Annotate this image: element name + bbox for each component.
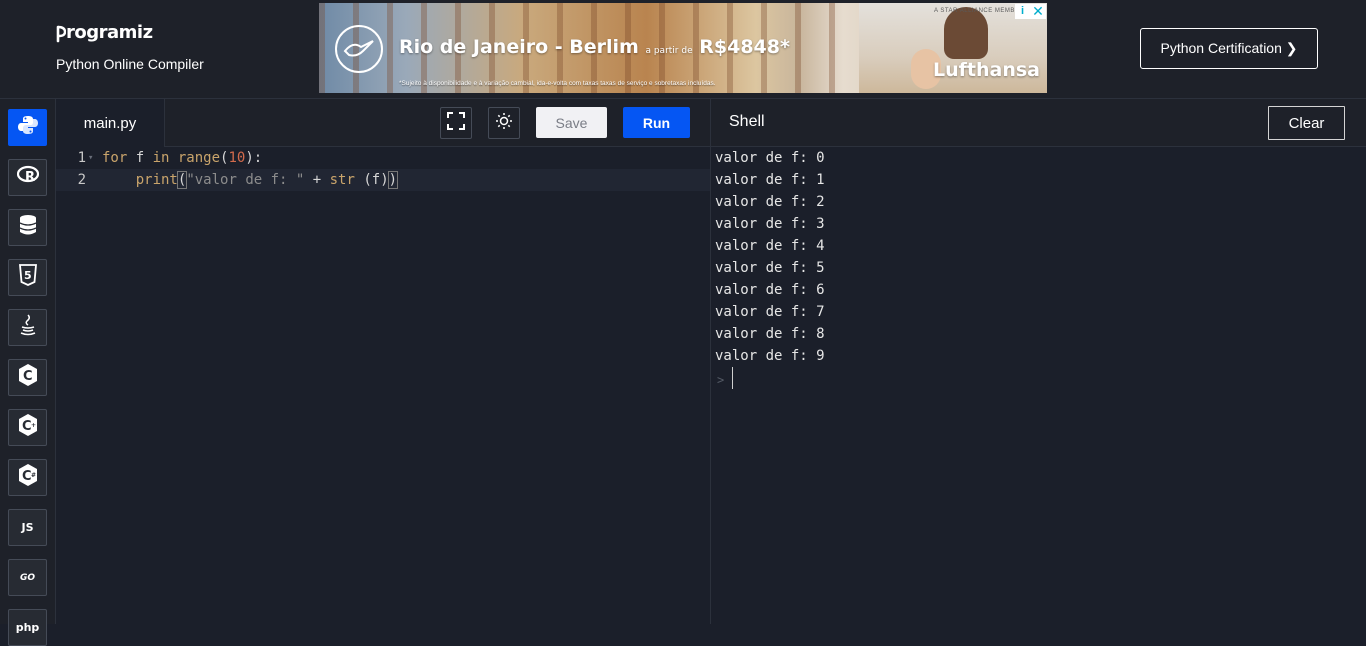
- crane-logo-icon: [335, 25, 383, 73]
- shell-toolbar: Shell Clear: [711, 99, 1366, 147]
- python-certification-button[interactable]: Python Certification ❯: [1140, 28, 1318, 69]
- function-str: str: [329, 172, 355, 188]
- output-line: valor de f: 3: [715, 216, 825, 232]
- output-line: valor de f: 1: [715, 172, 825, 188]
- ad-person-figure: [944, 7, 988, 59]
- sidebar-item-html[interactable]: 5: [8, 259, 47, 296]
- sidebar-item-csharp[interactable]: C #: [8, 459, 47, 496]
- programiz-logo[interactable]: rogramiz: [56, 22, 153, 43]
- sidebar-item-python[interactable]: [8, 109, 47, 146]
- line-number: 2: [77, 172, 86, 188]
- shell-prompt: >: [717, 373, 725, 387]
- clear-button[interactable]: Clear: [1268, 106, 1345, 140]
- variable-f: f: [127, 150, 153, 166]
- page-subtitle: Python Online Compiler: [56, 56, 204, 72]
- code-editor[interactable]: 1 ▾ for f in range(10): 2 print("valor d…: [56, 147, 710, 624]
- language-sidebar: R 5 C C + C # JS GO php: [0, 99, 56, 646]
- editor-toolbar: main.py Save Run: [56, 99, 710, 147]
- js-icon: JS: [21, 521, 34, 534]
- output-line: valor de f: 7: [715, 304, 825, 320]
- csharp-icon: C #: [17, 463, 39, 492]
- top-header: rogramiz Python Online Compiler Rio de J…: [0, 0, 1366, 99]
- output-line: valor de f: 6: [715, 282, 825, 298]
- programiz-logo-icon: [56, 25, 66, 43]
- ad-member-text: A STAR ALLIANCE MEMBER: [934, 8, 1025, 14]
- output-line: valor de f: 0: [715, 150, 825, 166]
- shell-title: Shell: [729, 113, 765, 130]
- sidebar-item-java[interactable]: [8, 309, 47, 346]
- fold-arrow-icon[interactable]: ▾: [88, 147, 93, 169]
- java-icon: [19, 314, 37, 341]
- argument: (f): [354, 172, 389, 188]
- html5-icon: 5: [18, 264, 37, 291]
- keyword-for: for: [102, 150, 128, 166]
- svg-text:C: C: [23, 369, 33, 384]
- r-icon: R: [16, 165, 39, 190]
- fullscreen-button[interactable]: [440, 107, 472, 139]
- code-line[interactable]: 1 ▾ for f in range(10):: [56, 147, 710, 169]
- svg-text:5: 5: [24, 269, 32, 282]
- code-text: for f in range(10):: [102, 147, 262, 169]
- ad-info-icon[interactable]: i: [1015, 4, 1030, 19]
- database-icon: [19, 214, 37, 241]
- svg-text:#: #: [31, 472, 36, 479]
- ad-close-icon[interactable]: ✕: [1030, 4, 1046, 19]
- save-button[interactable]: Save: [536, 107, 607, 138]
- run-button[interactable]: Run: [623, 107, 690, 138]
- output-line: valor de f: 5: [715, 260, 825, 276]
- go-icon: GO: [19, 572, 36, 583]
- theme-toggle-button[interactable]: [488, 107, 520, 139]
- ad-price-prefix: a partir de: [645, 46, 693, 56]
- ad-price: R$4848*: [699, 36, 790, 58]
- c-icon: C: [17, 363, 39, 392]
- sidebar-item-c[interactable]: C: [8, 359, 47, 396]
- code-text: print("valor de f: " + str (f)): [102, 169, 399, 191]
- ad-brand: Lufthansa: [933, 59, 1040, 81]
- shell-output[interactable]: valor de f: 0 valor de f: 1 valor de f: …: [711, 147, 1366, 624]
- output-line: valor de f: 9: [715, 348, 825, 364]
- keyword-in: in: [152, 150, 170, 166]
- paren-close-colon: ):: [245, 150, 263, 166]
- text-cursor: [732, 367, 733, 389]
- svg-text:+: +: [31, 422, 36, 429]
- output-line: valor de f: 8: [715, 326, 825, 342]
- function-range: range: [169, 150, 221, 166]
- paren-close-highlight: ): [387, 171, 399, 189]
- php-icon: php: [15, 621, 40, 634]
- number-literal: 10: [228, 150, 246, 166]
- ad-fine-print: *Sujeito à disponibilidade e à variação …: [399, 80, 716, 87]
- sidebar-item-cpp[interactable]: C +: [8, 409, 47, 446]
- logo-text: rogramiz: [66, 22, 153, 43]
- ad-banner[interactable]: Rio de Janeiro - Berlim a partir de R$48…: [319, 3, 1047, 93]
- sidebar-item-go[interactable]: GO: [8, 559, 47, 596]
- sidebar-item-js[interactable]: JS: [8, 509, 47, 546]
- sun-icon: [495, 112, 513, 135]
- operator-plus: +: [304, 172, 330, 188]
- fullscreen-icon: [447, 111, 465, 135]
- sidebar-item-r[interactable]: R: [8, 159, 47, 196]
- output-line: valor de f: 2: [715, 194, 825, 210]
- code-line-active[interactable]: 2 print("valor de f: " + str (f)): [56, 169, 710, 191]
- python-icon: [17, 114, 39, 141]
- line-number: 1: [77, 150, 86, 166]
- cpp-icon: C +: [17, 413, 39, 442]
- ad-headline: Rio de Janeiro - Berlim a partir de R$48…: [399, 36, 790, 58]
- svg-text:R: R: [25, 170, 35, 185]
- sidebar-item-sql[interactable]: [8, 209, 47, 246]
- tab-main-py[interactable]: main.py: [56, 99, 165, 147]
- string-literal: "valor de f: ": [186, 172, 305, 188]
- sidebar-item-php[interactable]: php: [8, 609, 47, 646]
- function-print: print: [135, 172, 178, 188]
- output-line: valor de f: 4: [715, 238, 825, 254]
